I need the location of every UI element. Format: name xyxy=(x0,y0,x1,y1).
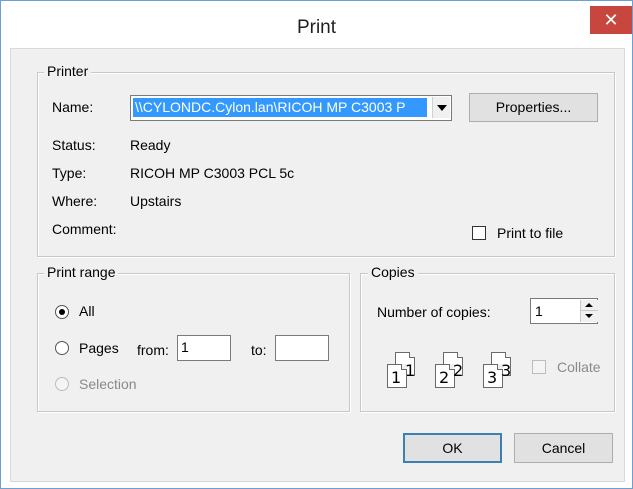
page-number: 2 xyxy=(453,361,464,380)
page-number: 3 xyxy=(501,361,512,380)
spin-up-icon[interactable] xyxy=(581,300,598,311)
print-to-file-checkbox[interactable] xyxy=(472,226,486,240)
close-button[interactable]: ✕ xyxy=(590,6,632,34)
to-input[interactable] xyxy=(275,335,329,361)
collate-checkbox[interactable] xyxy=(532,360,546,374)
chevron-down-icon[interactable] xyxy=(432,97,450,118)
from-label: from: xyxy=(137,342,169,358)
window-title: Print xyxy=(296,17,337,38)
properties-button[interactable]: Properties... xyxy=(469,93,598,122)
page-number: 1 xyxy=(405,361,416,380)
number-of-copies-input[interactable]: 1 xyxy=(530,298,598,324)
from-input[interactable]: 1 xyxy=(177,335,231,361)
printer-name-combobox[interactable]: \\CYLONDC.Cylon.lan\RICOH MP C3003 P xyxy=(130,95,452,121)
status-label: Status: xyxy=(52,137,96,153)
page-number: 1 xyxy=(391,368,402,387)
page-number: 2 xyxy=(439,368,450,387)
all-radio[interactable] xyxy=(55,305,69,319)
cancel-button[interactable]: Cancel xyxy=(514,433,613,463)
page-number: 3 xyxy=(487,368,498,387)
dialog-body: Printer Name: \\CYLONDC.Cylon.lan\RICOH … xyxy=(10,48,625,482)
type-value: RICOH MP C3003 PCL 5c xyxy=(130,165,295,181)
status-value: Ready xyxy=(130,137,171,153)
print-range-group-label: Print range xyxy=(44,264,119,280)
copies-spinner[interactable] xyxy=(580,300,598,322)
comment-label: Comment: xyxy=(52,221,117,237)
name-label: Name: xyxy=(52,99,94,115)
copies-group-label: Copies xyxy=(368,264,418,280)
close-icon: ✕ xyxy=(603,10,619,30)
pages-radio[interactable] xyxy=(55,341,69,355)
spin-down-icon[interactable] xyxy=(581,311,598,321)
collate-label: Collate xyxy=(557,359,601,375)
printer-group-label: Printer xyxy=(44,63,92,79)
printer-name-value: \\CYLONDC.Cylon.lan\RICOH MP C3003 P xyxy=(133,98,427,117)
to-label: to: xyxy=(251,342,267,358)
where-value: Upstairs xyxy=(130,193,182,209)
print-to-file-label[interactable]: Print to file xyxy=(497,225,563,241)
title-bar: Print ✕ xyxy=(1,1,632,47)
print-dialog: Print ✕ Printer Name: \\CYLONDC.Cylon.la… xyxy=(0,0,633,489)
type-label: Type: xyxy=(52,165,87,181)
ok-button[interactable]: OK xyxy=(403,433,502,463)
selection-radio[interactable] xyxy=(55,377,69,391)
where-label: Where: xyxy=(52,193,98,209)
number-of-copies-value: 1 xyxy=(535,303,543,319)
all-label[interactable]: All xyxy=(79,303,95,319)
number-of-copies-label: Number of copies: xyxy=(377,304,491,320)
pages-label[interactable]: Pages xyxy=(79,340,119,356)
copies-group xyxy=(360,273,615,412)
selection-label: Selection xyxy=(79,376,137,392)
